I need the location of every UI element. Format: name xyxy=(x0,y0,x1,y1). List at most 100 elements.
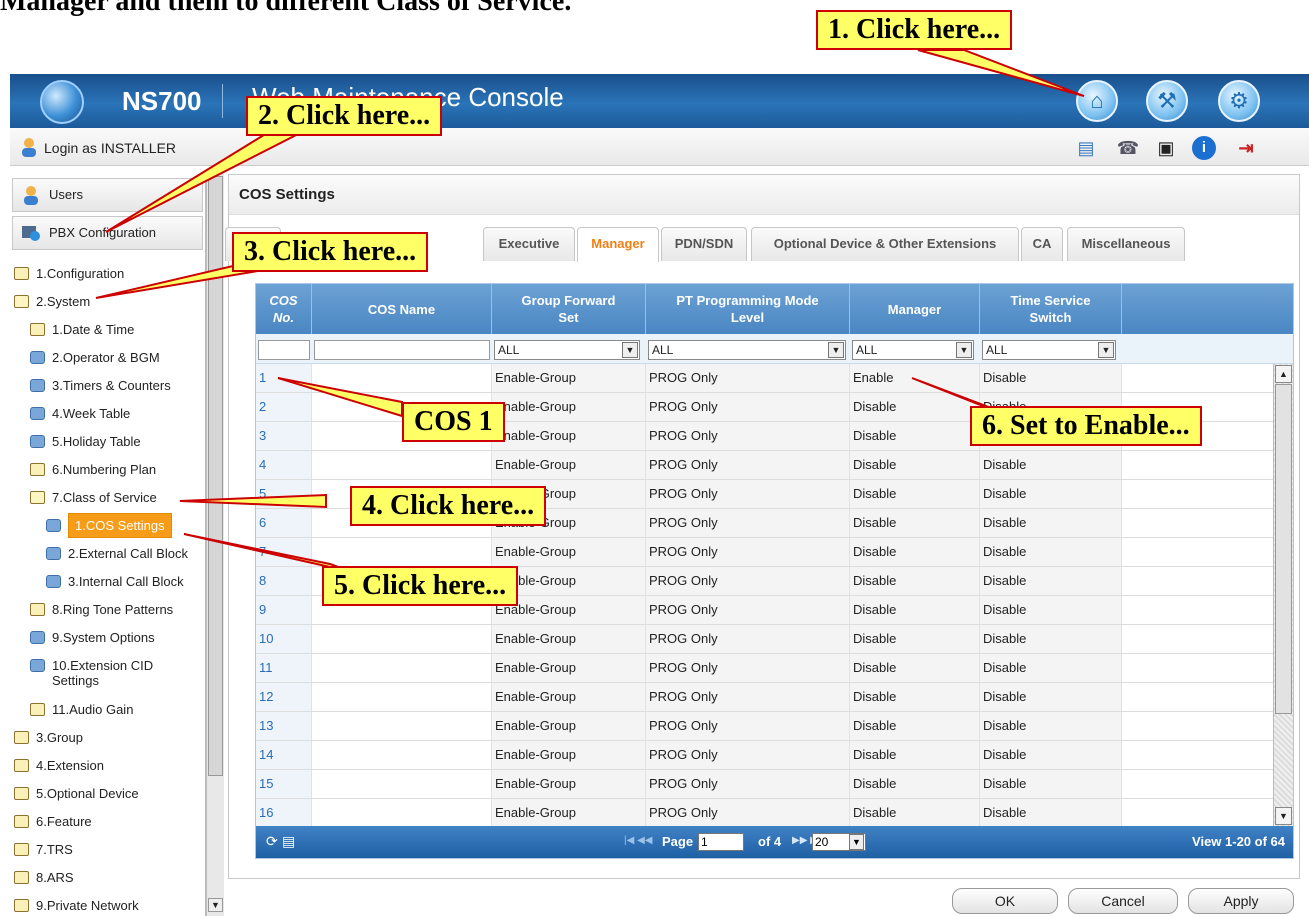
cell-manager[interactable]: Disable xyxy=(850,393,980,421)
cell-cos-name[interactable] xyxy=(312,770,492,798)
sidebar-tree-item[interactable]: 11.Audio Gain xyxy=(10,696,205,724)
cell-time-service[interactable]: Disable xyxy=(980,509,1122,537)
cell-cos-name[interactable] xyxy=(312,364,492,392)
cancel-button[interactable]: Cancel xyxy=(1068,888,1178,914)
cell-pt-programming[interactable]: PROG Only xyxy=(646,480,850,508)
cell-group-forward[interactable]: Enable-Group xyxy=(492,654,646,682)
cell-pt-programming[interactable]: PROG Only xyxy=(646,799,850,826)
cell-cos-name[interactable] xyxy=(312,625,492,653)
tab-miscellaneous[interactable]: Miscellaneous xyxy=(1067,227,1185,261)
sidebar-tree-item[interactable]: 1.Configuration xyxy=(10,260,205,288)
scroll-down-icon[interactable]: ▼ xyxy=(208,898,223,912)
cell-group-forward[interactable]: Enable-Group xyxy=(492,625,646,653)
cell-pt-programming[interactable]: PROG Only xyxy=(646,567,850,595)
cell-time-service[interactable]: Disable xyxy=(980,364,1122,392)
cell-group-forward[interactable]: Enable-Group xyxy=(492,683,646,711)
apply-button[interactable]: Apply xyxy=(1188,888,1294,914)
cell-manager[interactable]: Disable xyxy=(850,451,980,479)
settings-gear-icon[interactable]: ⚙ xyxy=(1218,80,1260,122)
sidebar-tree-item[interactable]: 2.External Call Block xyxy=(10,540,205,568)
filter-manager-select[interactable]: ALL ▼ xyxy=(852,340,974,360)
save-icon[interactable]: ▣ xyxy=(1154,136,1178,160)
sidebar-tree-item[interactable]: 3.Internal Call Block xyxy=(10,568,205,596)
sidebar-tree-item[interactable]: 6.Numbering Plan xyxy=(10,456,205,484)
home-icon[interactable]: ⌂ xyxy=(1076,80,1118,122)
ok-button[interactable]: OK xyxy=(952,888,1058,914)
table-row[interactable]: 4 Enable-Group PROG Only Disable Disable xyxy=(256,451,1273,480)
sidebar-tree-item[interactable]: 9.System Options xyxy=(10,624,205,652)
cell-pt-programming[interactable]: PROG Only xyxy=(646,451,850,479)
cell-manager[interactable]: Disable xyxy=(850,509,980,537)
filter-group-forward-select[interactable]: ALL ▼ xyxy=(494,340,640,360)
first-page-icon[interactable]: |◀ ◀◀ xyxy=(624,835,652,846)
sidebar-tree-item[interactable]: 2.System xyxy=(10,288,205,316)
cell-group-forward[interactable]: Enable-Group xyxy=(492,741,646,769)
cell-pt-programming[interactable]: PROG Only xyxy=(646,509,850,537)
cell-group-forward[interactable]: Enable-Group xyxy=(492,393,646,421)
cell-manager[interactable]: Disable xyxy=(850,770,980,798)
cell-time-service[interactable]: Disable xyxy=(980,451,1122,479)
column-cos-name[interactable]: COS Name xyxy=(312,284,492,334)
cell-manager[interactable]: Disable xyxy=(850,625,980,653)
sidebar-tree-item[interactable]: 2.Operator & BGM xyxy=(10,344,205,372)
export-icon[interactable]: ▤ xyxy=(282,833,295,850)
cell-cos-name[interactable] xyxy=(312,683,492,711)
cell-time-service[interactable]: Disable xyxy=(980,654,1122,682)
cell-time-service[interactable]: Disable xyxy=(980,596,1122,624)
table-row[interactable]: 16 Enable-Group PROG Only Disable Disable xyxy=(256,799,1273,826)
cell-pt-programming[interactable]: PROG Only xyxy=(646,683,850,711)
filter-time-service-select[interactable]: ALL ▼ xyxy=(982,340,1116,360)
scroll-up-icon[interactable]: ▲ xyxy=(1275,365,1292,383)
table-row[interactable]: 13 Enable-Group PROG Only Disable Disable xyxy=(256,712,1273,741)
sidebar-scroll-thumb[interactable] xyxy=(208,176,223,776)
cell-manager[interactable]: Enable xyxy=(850,364,980,392)
cell-manager[interactable]: Disable xyxy=(850,596,980,624)
cell-group-forward[interactable]: Enable-Group xyxy=(492,712,646,740)
cell-pt-programming[interactable]: PROG Only xyxy=(646,538,850,566)
table-row[interactable]: 12 Enable-Group PROG Only Disable Disable xyxy=(256,683,1273,712)
cell-time-service[interactable]: Disable xyxy=(980,712,1122,740)
sidebar-tree-item[interactable]: 5.Holiday Table xyxy=(10,428,205,456)
cell-pt-programming[interactable]: PROG Only xyxy=(646,770,850,798)
sidebar-tree-item[interactable]: 1.Date & Time xyxy=(10,316,205,344)
sidebar-tree-item[interactable]: 8.ARS xyxy=(10,864,205,892)
cell-time-service[interactable]: Disable xyxy=(980,567,1122,595)
sidebar-tree-item[interactable]: 5.Optional Device xyxy=(10,780,205,808)
sidebar-tree-item[interactable]: 1.COS Settings xyxy=(10,512,205,540)
cell-pt-programming[interactable]: PROG Only xyxy=(646,741,850,769)
page-number-input[interactable]: 1 xyxy=(698,833,744,851)
column-manager[interactable]: Manager xyxy=(850,284,980,334)
cell-cos-name[interactable] xyxy=(312,538,492,566)
sidebar-tree-item[interactable]: 10.Extension CID Settings xyxy=(10,652,205,696)
cell-manager[interactable]: Disable xyxy=(850,799,980,826)
cell-time-service[interactable]: Disable xyxy=(980,799,1122,826)
grid-scroll-thumb[interactable] xyxy=(1275,384,1292,714)
refresh-icon[interactable]: ⟳ xyxy=(266,833,278,850)
cell-manager[interactable]: Disable xyxy=(850,567,980,595)
cell-group-forward[interactable]: Enable-Group xyxy=(492,538,646,566)
cell-manager[interactable]: Disable xyxy=(850,683,980,711)
cell-pt-programming[interactable]: PROG Only xyxy=(646,393,850,421)
column-pt-programming-mode[interactable]: PT Programming Mode Level xyxy=(646,284,850,334)
cell-time-service[interactable]: Disable xyxy=(980,538,1122,566)
table-row[interactable]: 15 Enable-Group PROG Only Disable Disable xyxy=(256,770,1273,799)
filter-cos-no-input[interactable] xyxy=(258,340,310,360)
tab-pdn-sdn[interactable]: PDN/SDN xyxy=(661,227,747,261)
cell-group-forward[interactable]: Enable-Group xyxy=(492,770,646,798)
cell-pt-programming[interactable]: PROG Only xyxy=(646,596,850,624)
maintenance-tool-icon[interactable]: ⚒ xyxy=(1146,80,1188,122)
cell-manager[interactable]: Disable xyxy=(850,480,980,508)
cell-pt-programming[interactable]: PROG Only xyxy=(646,625,850,653)
sidebar-tree-item[interactable]: 8.Ring Tone Patterns xyxy=(10,596,205,624)
phone-icon[interactable]: ☎ xyxy=(1116,136,1140,160)
cell-group-forward[interactable]: Enable-Group xyxy=(492,799,646,826)
cell-manager[interactable]: Disable xyxy=(850,422,980,450)
cell-cos-name[interactable] xyxy=(312,451,492,479)
cell-time-service[interactable]: Disable xyxy=(980,741,1122,769)
filter-cos-name-input[interactable] xyxy=(314,340,490,360)
tab-manager[interactable]: Manager xyxy=(577,227,659,262)
sidebar-tree-item[interactable]: 7.TRS xyxy=(10,836,205,864)
scroll-down-icon[interactable]: ▼ xyxy=(1275,807,1292,825)
sidebar-tree-item[interactable]: 7.Class of Service xyxy=(10,484,205,512)
cell-group-forward[interactable]: Enable-Group xyxy=(492,422,646,450)
